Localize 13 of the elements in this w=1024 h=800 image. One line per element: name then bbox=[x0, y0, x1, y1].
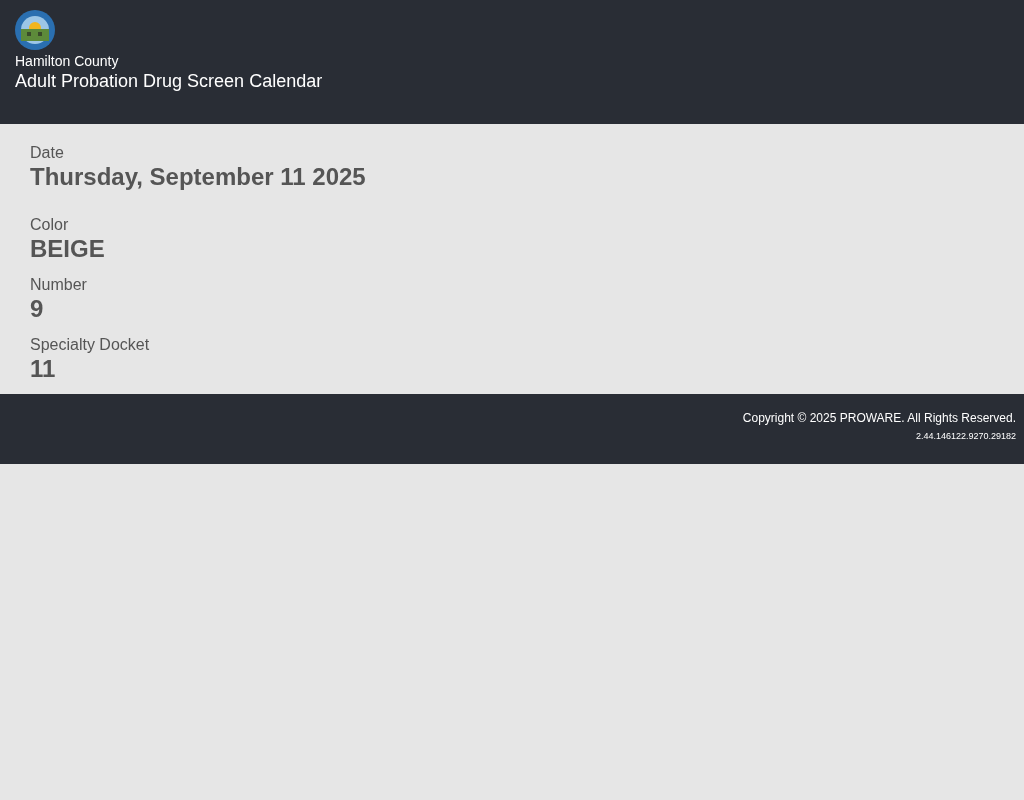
field-value: BEIGE bbox=[30, 234, 106, 264]
field-value: 11 bbox=[30, 354, 57, 384]
field-value: 9 bbox=[30, 294, 45, 324]
page-title: Adult Probation Drug Screen Calendar bbox=[15, 70, 324, 93]
field-label: Date bbox=[30, 144, 65, 162]
field-label: Number bbox=[30, 276, 88, 294]
version-text: 2.44.146122.9270.29182 bbox=[914, 431, 1016, 441]
field-label: Color bbox=[30, 216, 70, 234]
county-name: Hamilton County bbox=[15, 53, 120, 69]
copyright-text: Copyright © 2025 PROWARE. All Rights Reserved. bbox=[741, 411, 1016, 426]
field-value: Thursday, September 11 2025 bbox=[30, 162, 367, 192]
field-label: Specialty Docket bbox=[30, 336, 151, 354]
county-seal-icon bbox=[15, 10, 55, 50]
